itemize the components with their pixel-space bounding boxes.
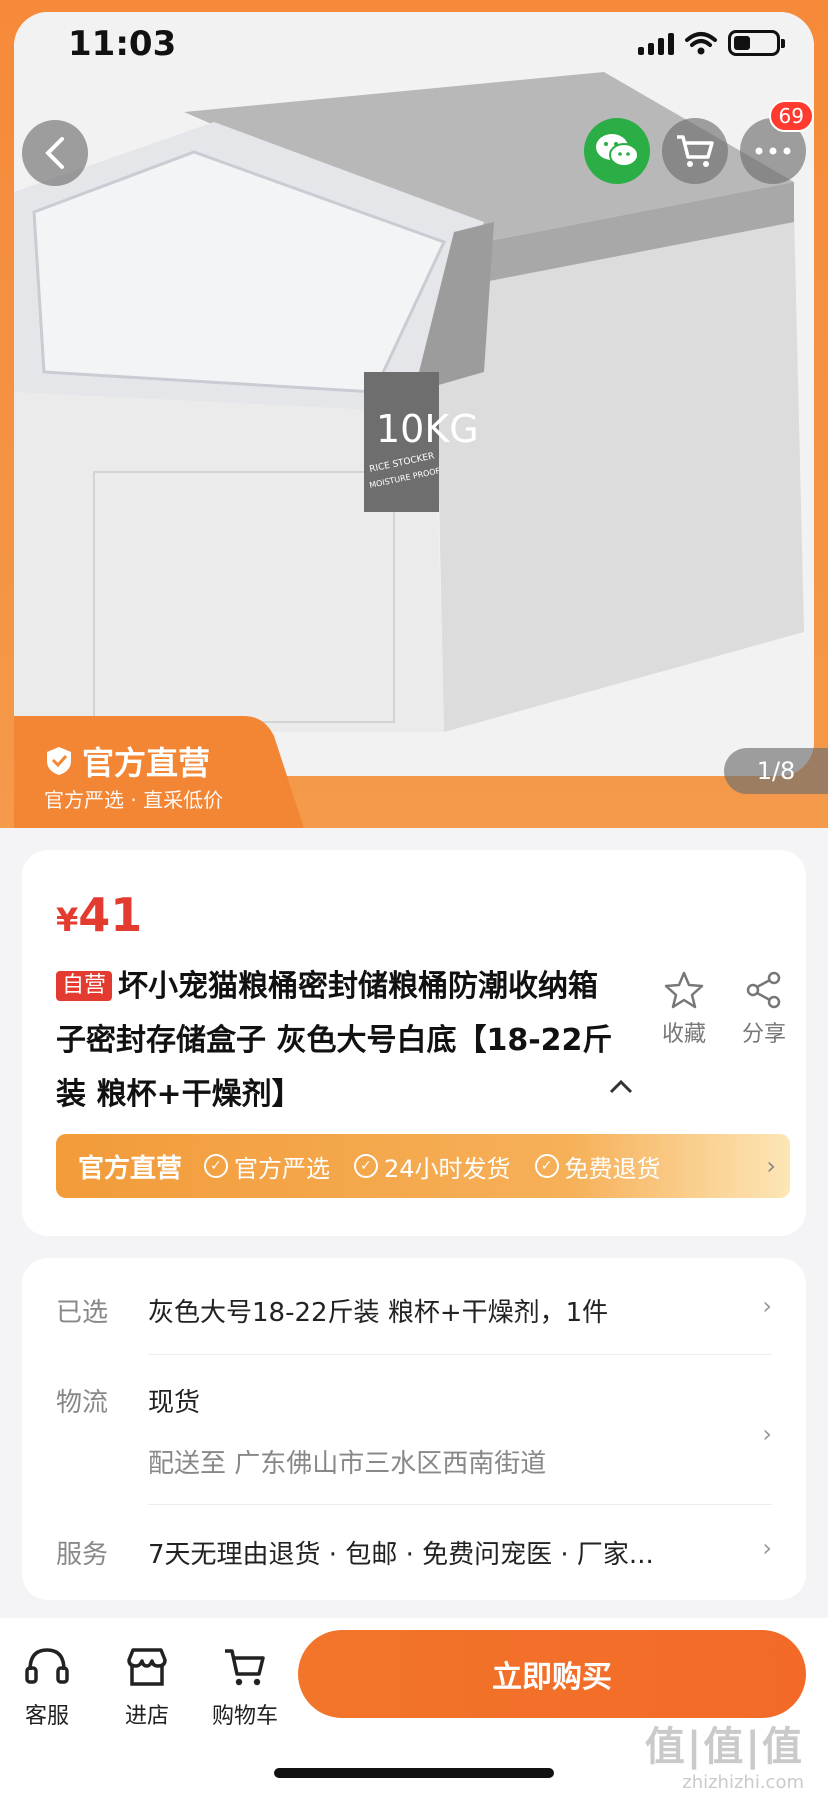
bottom-bar: 客服 进店 购物车 立即购买 值|值|值 zhizhizhi.com: [0, 1618, 828, 1793]
side-actions: 收藏 分享: [662, 970, 786, 1048]
chevron-right-icon: ›: [766, 1152, 776, 1180]
price-currency: ¥: [56, 901, 79, 939]
cart-label: 购物车: [212, 1704, 279, 1729]
delivery-address: 配送至 广东佛山市三水区西南街道: [148, 1449, 547, 1479]
collapse-title-button[interactable]: [608, 1072, 634, 1102]
store-icon: [127, 1648, 167, 1686]
divider: [148, 1504, 772, 1505]
wechat-icon: [596, 134, 639, 167]
check-circle-icon: ✓: [204, 1154, 229, 1178]
notification-badge: 69: [768, 100, 814, 132]
top-actions: 69: [584, 100, 814, 184]
price-amount: 41: [78, 888, 143, 942]
product-detail-card: 已选 灰色大号18-22斤装 粮杯+干燥剂，1件 › 物流 现货 配送至 广东佛…: [22, 1258, 806, 1600]
official-badge-title: 官方直营: [82, 744, 211, 782]
buy-now-button[interactable]: 立即购买: [298, 1630, 806, 1718]
cart-icon: [225, 1649, 265, 1686]
product-title-text: 坏小宠猫粮桶密封储粮桶防潮收纳箱子密封存储盒子 灰色大号白底【18-22斤装 粮…: [56, 969, 613, 1112]
price: ¥41: [56, 888, 142, 942]
service-row[interactable]: 服务 7天无理由退货 · 包邮 · 免费问宠医 · 厂家... ›: [56, 1534, 772, 1571]
chevron-right-icon: ›: [762, 1292, 772, 1320]
selected-label: 已选: [56, 1298, 109, 1328]
product-title: 自营 坏小宠猫粮桶密封储粮桶防潮收纳箱子密封存储盒子 灰色大号白底【18-22斤装…: [56, 960, 616, 1122]
promo-item: ✓ 24小时发货: [354, 1149, 511, 1184]
check-circle-icon: ✓: [354, 1154, 379, 1178]
wechat-share-button[interactable]: [584, 118, 650, 184]
selected-row[interactable]: 已选 灰色大号18-22斤装 粮杯+干燥剂，1件 ›: [56, 1292, 772, 1329]
gallery-page-counter: 1/8: [724, 748, 828, 794]
chevron-right-icon: ›: [762, 1420, 772, 1448]
back-button[interactable]: [22, 120, 88, 186]
promo-bar[interactable]: 官方直营 ✓ 官方严选 ✓ 24小时发货 ✓ 免费退货 ›: [56, 1134, 790, 1198]
wifi-icon: [685, 32, 717, 55]
check-circle-icon: ✓: [534, 1154, 559, 1178]
promo-item: ✓ 官方严选: [204, 1149, 330, 1184]
cart-icon: [677, 135, 714, 167]
favorite-button[interactable]: 收藏: [662, 970, 706, 1048]
status-icons: [638, 30, 785, 56]
store-button[interactable]: 进店: [124, 1646, 170, 1730]
customer-service-button[interactable]: 客服: [24, 1646, 70, 1730]
cart-button[interactable]: [662, 118, 728, 184]
cart-nav-button[interactable]: 购物车: [212, 1646, 278, 1730]
shield-icon: [47, 747, 71, 775]
watermark: 值|值|值 zhizhizhi.com: [645, 1714, 804, 1793]
share-button[interactable]: 分享: [742, 970, 786, 1048]
promo-item: ✓ 免费退货: [534, 1149, 661, 1184]
headset-icon: [25, 1648, 69, 1684]
chevron-left-icon: [45, 137, 64, 169]
share-icon: [746, 971, 781, 1009]
chevron-up-icon: [609, 1079, 633, 1094]
star-icon: [664, 971, 704, 1009]
watermark-brand: 值|值|值: [644, 1724, 804, 1770]
logistics-value: 现货: [148, 1388, 201, 1418]
official-badge: 官方直营 官方严选 · 直采低价: [14, 716, 304, 828]
customer-service-label: 客服: [24, 1704, 69, 1729]
store-label: 进店: [124, 1704, 169, 1729]
official-badge-subtitle: 官方严选 · 直采低价: [44, 788, 224, 812]
favorite-label: 收藏: [661, 1022, 706, 1047]
share-label: 分享: [741, 1022, 786, 1047]
more-button[interactable]: 69: [740, 100, 814, 184]
product-info-card: ¥41 自营 坏小宠猫粮桶密封储粮桶防潮收纳箱子密封存储盒子 灰色大号白底【18-…: [22, 850, 806, 1236]
more-dots-icon: [755, 147, 791, 155]
promo-main: 官方直营: [78, 1153, 183, 1184]
service-label: 服务: [56, 1540, 109, 1570]
watermark-domain: zhizhizhi.com: [682, 1772, 804, 1793]
self-operated-tag: 自营: [56, 971, 113, 1001]
service-value: 7天无理由退货 · 包邮 · 免费问宠医 · 厂家...: [148, 1540, 654, 1570]
status-bar: 11:03: [0, 0, 828, 90]
selected-value: 灰色大号18-22斤装 粮杯+干燥剂，1件: [148, 1298, 609, 1328]
divider: [148, 1354, 772, 1355]
home-indicator[interactable]: [274, 1768, 554, 1778]
status-time: 11:03: [68, 24, 177, 64]
battery-icon: [728, 30, 785, 56]
logistics-row[interactable]: 物流 现货 配送至 广东佛山市三水区西南街道 ›: [56, 1382, 772, 1480]
chevron-right-icon: ›: [762, 1534, 772, 1562]
signal-icon: [638, 31, 674, 55]
logistics-label: 物流: [56, 1388, 109, 1418]
image-size-text: 10KG: [376, 407, 479, 451]
